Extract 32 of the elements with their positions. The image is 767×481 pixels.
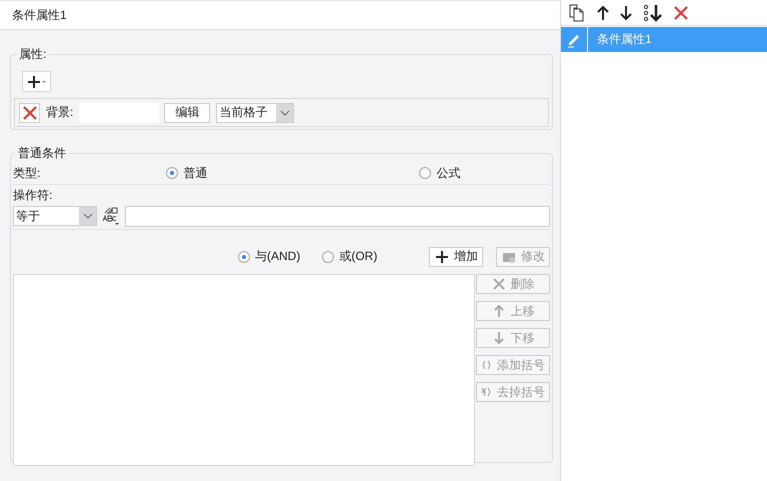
- delete-icon[interactable]: [674, 6, 688, 20]
- arrow-up-icon[interactable]: [597, 4, 609, 20]
- arrow-up-icon: [492, 304, 506, 318]
- chevron-down-icon: [82, 213, 92, 219]
- parentheses-icon: [481, 358, 492, 372]
- move-to-bottom-icon[interactable]: [643, 4, 663, 22]
- arrow-down-icon[interactable]: [620, 4, 632, 20]
- radio-option[interactable]: 公式: [419, 164, 460, 182]
- remove-button[interactable]: [19, 102, 40, 122]
- radio-option[interactable]: 普通: [166, 164, 420, 182]
- field-label: 类型:: [13, 164, 40, 182]
- plus-icon: [435, 250, 449, 264]
- add-attribute-button[interactable]: [22, 71, 51, 92]
- radio-option[interactable]: 或(OR): [322, 248, 378, 265]
- action-button[interactable]: 增加: [429, 246, 483, 266]
- panel-title: 条件属性1: [12, 6, 67, 24]
- chevron-down-icon: [280, 110, 290, 116]
- copy-icon[interactable]: [568, 4, 586, 22]
- field-label: 背景:: [46, 104, 74, 121]
- value-type-icon[interactable]: [101, 206, 121, 226]
- scope-dropdown[interactable]: 当前格子: [216, 102, 294, 122]
- cross-icon: [492, 277, 506, 291]
- operator-dropdown[interactable]: 等于: [13, 206, 97, 226]
- section-legend: 普通条件: [15, 145, 69, 162]
- remove-parentheses-icon: [481, 385, 492, 399]
- radio-option[interactable]: 与(AND): [238, 248, 300, 265]
- value-input[interactable]: [125, 206, 550, 226]
- edit-button[interactable]: 编辑: [164, 102, 210, 122]
- field-label: 操作符:: [13, 186, 52, 204]
- plus-dropdown-icon: [26, 74, 46, 88]
- arrow-down-icon: [492, 331, 506, 345]
- section-legend: 属性:: [16, 46, 50, 63]
